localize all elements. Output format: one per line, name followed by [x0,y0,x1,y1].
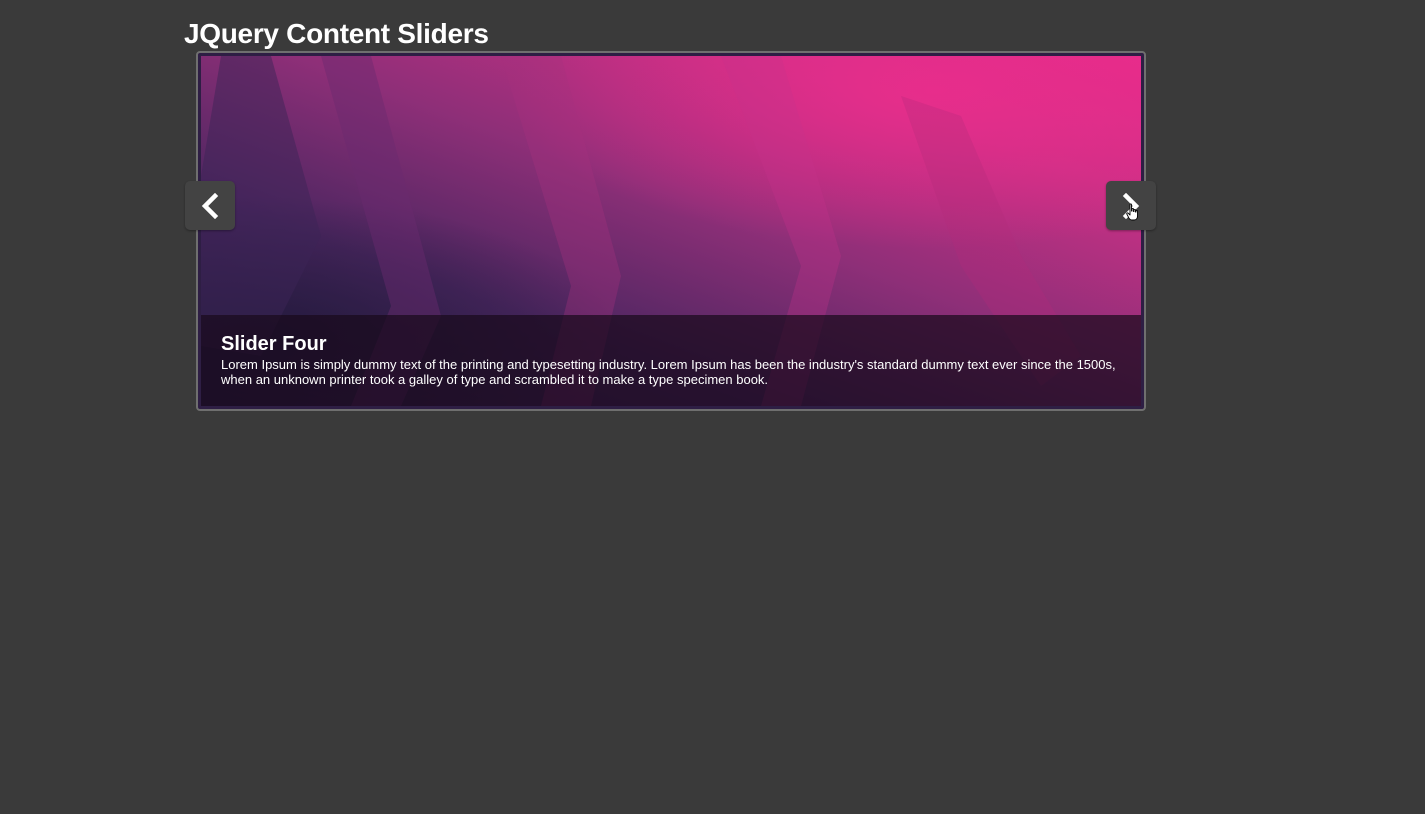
previous-slide-button[interactable] [185,181,235,230]
slide-caption: Slider Four Lorem Ipsum is simply dummy … [201,315,1141,406]
next-slide-button[interactable] [1106,181,1156,230]
slide-title: Slider Four [221,333,327,355]
chevron-left-icon [201,192,219,219]
slide-description: Lorem Ipsum is simply dummy text of the … [221,357,1116,387]
page-title: JQuery Content Sliders [184,18,489,49]
chevron-right-icon [1122,192,1140,219]
content-slider: Slider Four Lorem Ipsum is simply dummy … [196,51,1146,411]
